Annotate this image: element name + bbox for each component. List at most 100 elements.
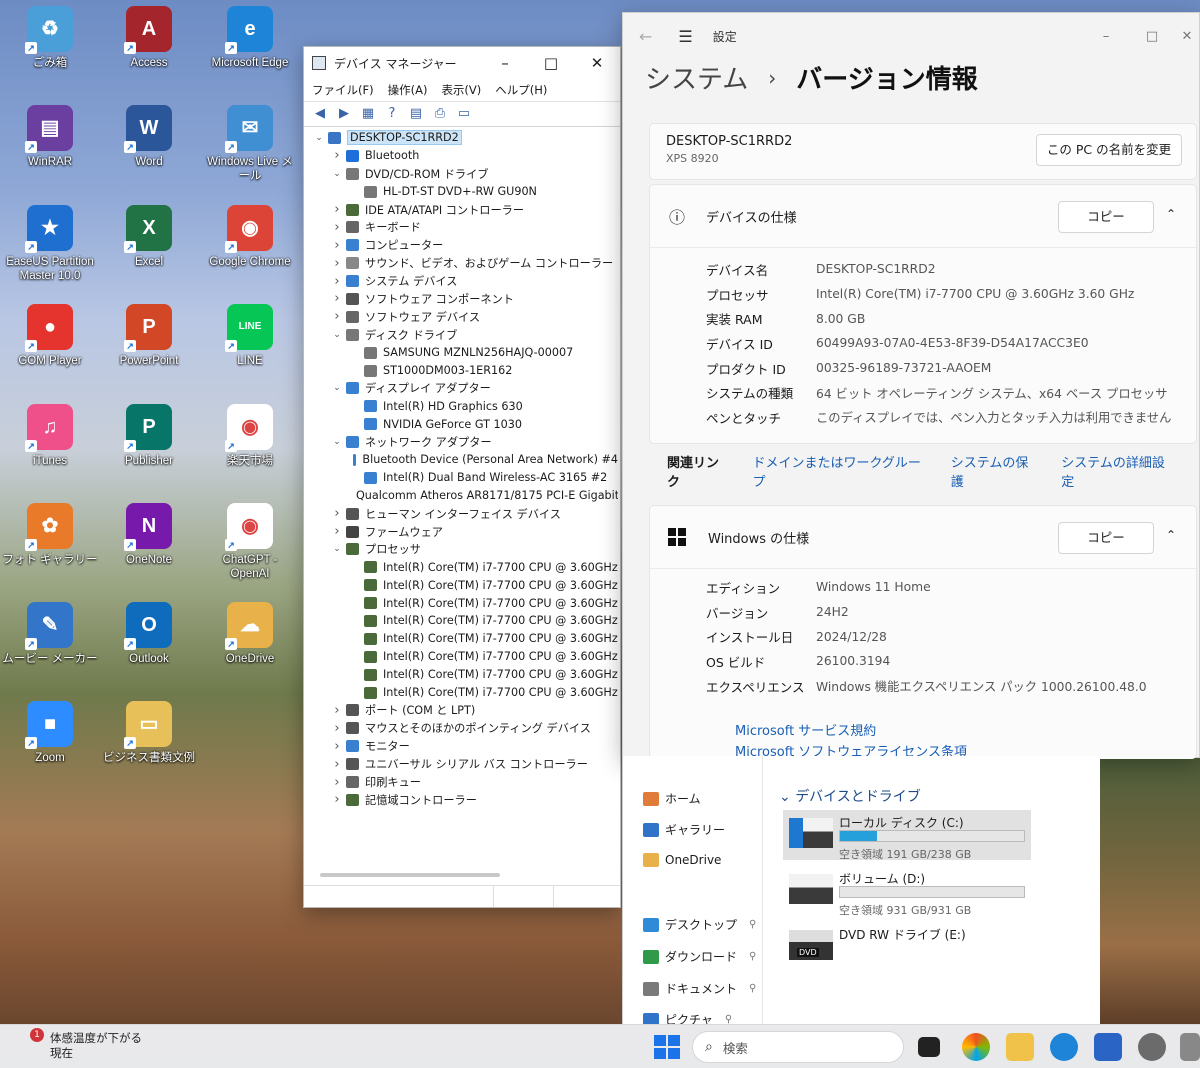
tree-node[interactable]: › 印刷キュー xyxy=(306,773,618,791)
details-icon[interactable]: ▤ xyxy=(407,106,425,122)
tree-node[interactable]: › キーボード xyxy=(306,218,618,236)
properties-icon[interactable]: ▦ xyxy=(359,106,377,122)
chevron-down-icon[interactable]: ⌄ xyxy=(330,330,344,340)
chevron-right-icon[interactable]: › xyxy=(330,148,344,163)
chevron-right-icon[interactable]: › xyxy=(330,792,344,807)
task-view-icon[interactable] xyxy=(918,1037,940,1057)
nav-item[interactable]: OneDrive xyxy=(643,853,721,867)
nav-item[interactable]: デスクトップ ⚲ xyxy=(643,916,756,933)
tree-node[interactable]: › サウンド、ビデオ、およびゲーム コントローラー xyxy=(306,254,618,272)
desktop-icon[interactable]: ◉ ↗ 楽天市場 xyxy=(202,404,298,468)
drive-item[interactable]: ボリューム (D:) 空き領域 931 GB/931 GB xyxy=(783,866,1031,917)
tree-node[interactable]: Intel(R) HD Graphics 630 xyxy=(306,397,618,415)
chevron-right-icon[interactable]: › xyxy=(330,757,344,772)
chevron-down-icon[interactable]: ⌄ xyxy=(330,169,344,179)
desktop-icon[interactable]: ● ↗ GOM Player xyxy=(2,304,98,368)
desktop-icon[interactable]: ◉ ↗ ChatGPT - OpenAI xyxy=(202,503,298,581)
desktop-icon[interactable]: ♻ ↗ ごみ箱 xyxy=(2,6,98,70)
tree-node[interactable]: Intel(R) Core(TM) i7-7700 CPU @ 3.60GHz xyxy=(306,684,618,702)
desktop-icon[interactable]: ▤ ↗ WinRAR xyxy=(2,105,98,169)
link-service-agreement[interactable]: Microsoft サービス規約 xyxy=(735,720,876,739)
back-arrow-icon[interactable]: ← xyxy=(639,27,652,46)
nav-item[interactable]: ピクチャ ⚲ xyxy=(643,1011,732,1024)
copy-device-spec-button[interactable]: コピー xyxy=(1058,201,1154,233)
app-taskbar-icon[interactable] xyxy=(1180,1033,1200,1061)
tree-node[interactable]: SAMSUNG MZNLN256HAJQ-00007 xyxy=(306,344,618,362)
menu-view[interactable]: 表示(V) xyxy=(441,82,481,98)
tree-node[interactable]: › Bluetooth xyxy=(306,147,618,165)
chevron-right-icon[interactable]: › xyxy=(330,739,344,754)
chevron-right-icon[interactable]: › xyxy=(330,291,344,306)
chevron-down-icon[interactable]: ⌄ xyxy=(330,437,344,447)
nav-item[interactable]: ホーム xyxy=(643,790,701,807)
forward-arrow-icon[interactable]: ▶ xyxy=(335,106,353,122)
desktop-icon[interactable]: ♫ ↗ iTunes xyxy=(2,404,98,468)
tree-node[interactable]: Intel(R) Dual Band Wireless-AC 3165 #2 xyxy=(306,469,618,487)
close-button[interactable]: ✕ xyxy=(574,54,620,72)
drives-group-header[interactable]: ⌄ デバイスとドライブ xyxy=(779,786,921,806)
chevron-right-icon[interactable]: › xyxy=(330,256,344,271)
pin-icon[interactable]: ⚲ xyxy=(725,1014,732,1024)
pin-icon[interactable]: ⚲ xyxy=(749,983,756,994)
menu-action[interactable]: 操作(A) xyxy=(388,82,428,98)
desktop-icon[interactable]: ✎ ↗ ムービー メーカー xyxy=(2,602,98,666)
minimize-button[interactable]: – xyxy=(1083,29,1129,44)
chevron-right-icon[interactable]: › xyxy=(330,274,344,289)
store-taskbar-icon[interactable] xyxy=(1094,1033,1122,1061)
copy-windows-spec-button[interactable]: コピー xyxy=(1058,522,1154,554)
settings-window[interactable]: ← ☰ 設定 – □ ✕ システム › バージョン情報 DESKTOP-SC1R… xyxy=(622,12,1200,760)
tree-node[interactable]: HL-DT-ST DVD+-RW GU90N xyxy=(306,183,618,201)
chevron-down-icon[interactable]: ⌄ xyxy=(330,383,344,393)
chevron-right-icon[interactable]: › xyxy=(330,309,344,324)
chevron-right-icon[interactable]: › xyxy=(330,202,344,217)
tree-node[interactable]: ⌄ プロセッサ xyxy=(306,540,618,558)
pin-icon[interactable]: ⚲ xyxy=(749,919,756,930)
tree-node[interactable]: › システム デバイス xyxy=(306,272,618,290)
close-button[interactable]: ✕ xyxy=(1175,29,1199,44)
chevron-right-icon[interactable]: › xyxy=(330,524,344,539)
search-box[interactable]: ⌕ 検索 xyxy=(692,1031,904,1063)
start-button[interactable] xyxy=(652,1033,680,1061)
desktop-icon[interactable]: ★ ↗ EaseUS Partition Master 10.0 xyxy=(2,205,98,283)
desktop-icon[interactable]: X ↗ Excel xyxy=(101,205,197,269)
chevron-right-icon[interactable]: › xyxy=(330,506,344,521)
chevron-right-icon[interactable]: › xyxy=(330,220,344,235)
chevron-right-icon[interactable]: › xyxy=(330,721,344,736)
pin-icon[interactable]: ⚲ xyxy=(749,951,756,962)
device-tree[interactable]: ⌄ DESKTOP-SC1RRD2 › Bluetooth ⌄ DVD/CD-ROM ドラ… xyxy=(306,129,618,867)
tree-node[interactable]: › IDE ATA/ATAPI コントローラー xyxy=(306,201,618,219)
device-manager-window[interactable]: デバイス マネージャー – □ ✕ ファイル(F) 操作(A) 表示(V) ヘル… xyxy=(303,46,621,908)
copilot-icon[interactable] xyxy=(962,1033,990,1061)
tree-node[interactable]: ⌄ ディスプレイ アダプター xyxy=(306,379,618,397)
tree-node[interactable]: NVIDIA GeForce GT 1030 xyxy=(306,415,618,433)
drive-item[interactable]: ローカル ディスク (C:) 空き領域 191 GB/238 GB xyxy=(783,810,1031,861)
tree-node[interactable]: › ヒューマン インターフェイス デバイス xyxy=(306,505,618,523)
desktop-icon[interactable]: ☁ ↗ OneDrive xyxy=(202,602,298,666)
tree-node[interactable]: › ポート (COM と LPT) xyxy=(306,702,618,720)
tree-node[interactable]: ⌄ ネットワーク アダプター xyxy=(306,433,618,451)
device-manager-titlebar[interactable]: デバイス マネージャー – □ ✕ xyxy=(304,47,620,79)
weather-widget[interactable]: 1 体感温度が下がる 現在 xyxy=(22,1028,142,1061)
tree-node[interactable]: Intel(R) Core(TM) i7-7700 CPU @ 3.60GHz xyxy=(306,612,618,630)
maximize-button[interactable]: □ xyxy=(1129,29,1175,44)
tree-node[interactable]: › ファームウェア xyxy=(306,523,618,541)
nav-item[interactable]: ドキュメント ⚲ xyxy=(643,980,756,997)
chevron-right-icon[interactable]: › xyxy=(330,703,344,718)
desktop-icon[interactable]: ◉ ↗ Google Chrome xyxy=(202,205,298,269)
desktop-icon[interactable]: P ↗ Publisher xyxy=(101,404,197,468)
menu-file[interactable]: ファイル(F) xyxy=(312,82,374,98)
tree-node[interactable]: Intel(R) Core(TM) i7-7700 CPU @ 3.60GHz xyxy=(306,576,618,594)
hamburger-menu-icon[interactable]: ☰ xyxy=(678,27,692,46)
link-advanced-system-settings[interactable]: システムの詳細設定 xyxy=(1061,452,1175,490)
rename-pc-button[interactable]: この PC の名前を変更 xyxy=(1036,134,1182,166)
tree-node[interactable]: ⌄ DVD/CD-ROM ドライブ xyxy=(306,165,618,183)
desktop-icon[interactable]: ▭ ↗ ビジネス書類文例 xyxy=(101,701,197,765)
tree-node[interactable]: › 記憶域コントローラー xyxy=(306,791,618,809)
chevron-right-icon[interactable]: › xyxy=(330,775,344,790)
desktop-icon[interactable]: A ↗ Access xyxy=(101,6,197,70)
chevron-down-icon[interactable]: ⌄ xyxy=(312,133,326,143)
tree-node[interactable]: Intel(R) Core(TM) i7-7700 CPU @ 3.60GHz xyxy=(306,558,618,576)
desktop-icon[interactable]: N ↗ OneNote xyxy=(101,503,197,567)
settings-titlebar[interactable]: ← ☰ 設定 – □ ✕ xyxy=(623,13,1199,59)
tree-node[interactable]: ⌄ ディスク ドライブ xyxy=(306,326,618,344)
